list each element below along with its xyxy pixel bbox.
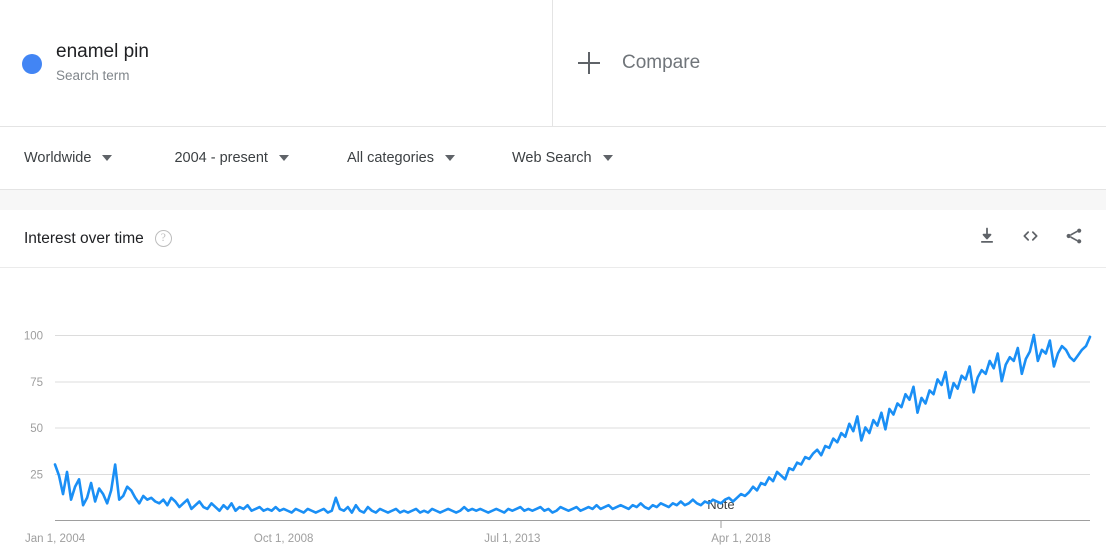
- y-axis-tick-label: 75: [30, 377, 43, 389]
- interest-over-time-chart[interactable]: 255075100NoteJan 1, 2004 Oct 1, 2008 Jul 1…: [0, 268, 1106, 554]
- section-gap: [0, 190, 1106, 210]
- filter-location-label: Worldwide: [24, 150, 92, 166]
- filter-location[interactable]: Worldwide: [24, 127, 113, 189]
- compare-cell: Compare: [553, 0, 1106, 126]
- search-term-text: enamel pin Search term: [56, 40, 149, 86]
- x-axis-tick-label: Apr 1, 2018: [711, 533, 770, 545]
- chart-area: 25 50 75 100 Note Jan 1, 2004 Oct 1, 2008 Jul 1…: [0, 268, 1106, 554]
- compare-label: Compare: [622, 52, 701, 73]
- search-term-card[interactable]: enamel pin Search term: [0, 0, 553, 126]
- series-color-dot: [22, 54, 42, 74]
- x-axis-tick-label: Jul 1, 2013: [484, 533, 540, 545]
- interest-over-time-card: Interest over time ? 25 50 75 100 Note J…: [0, 210, 1106, 555]
- filter-bar: Worldwide 2004 - present All categories …: [0, 126, 1106, 190]
- help-icon[interactable]: ?: [154, 230, 172, 247]
- x-axis-tick-label: Oct 1, 2008: [254, 533, 313, 545]
- y-axis-tick-label: 25: [30, 469, 43, 481]
- filter-category[interactable]: All categories: [347, 127, 455, 189]
- chevron-down-icon: [602, 155, 613, 161]
- y-axis-tick-label: 50: [30, 423, 43, 435]
- card-actions: [977, 226, 1084, 251]
- search-term-bar: enamel pin Search term Compare: [0, 0, 1106, 126]
- filter-category-label: All categories: [346, 150, 434, 166]
- chevron-down-icon: [102, 155, 113, 161]
- trend-line-enamel-pin[interactable]: [53, 333, 1092, 514]
- filter-time-range-label: 2004 - present: [174, 150, 268, 166]
- card-title: Interest over time: [24, 229, 144, 247]
- search-term-subtitle: Search term: [56, 68, 130, 83]
- filter-search-type-label: Web Search: [512, 150, 592, 166]
- add-compare-button[interactable]: Compare: [578, 52, 700, 74]
- chevron-down-icon: [445, 155, 455, 161]
- download-icon[interactable]: [977, 226, 997, 251]
- share-icon[interactable]: [1064, 226, 1084, 251]
- card-header: Interest over time ?: [0, 210, 1106, 268]
- search-term-title: enamel pin: [56, 41, 149, 62]
- filter-time-range[interactable]: 2004 - present: [174, 127, 289, 189]
- chevron-down-icon: [278, 155, 289, 161]
- google-trends-page: enamel pin Search term Compare Worldwide…: [0, 0, 1106, 555]
- embed-icon[interactable]: [1020, 226, 1041, 251]
- x-axis-tick-label: Jan 1, 2004: [25, 533, 86, 545]
- filter-search-type[interactable]: Web Search: [512, 127, 613, 189]
- y-axis-tick-label: 100: [24, 331, 43, 343]
- plus-icon: [578, 52, 600, 74]
